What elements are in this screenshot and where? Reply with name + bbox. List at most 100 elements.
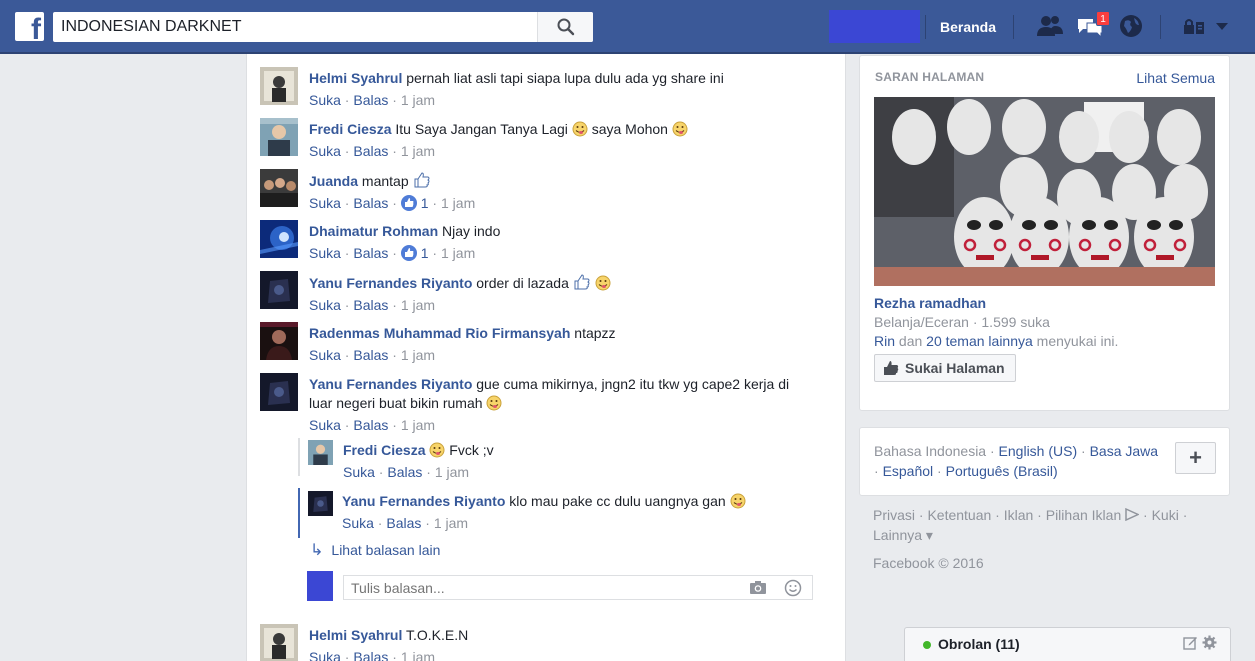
reply-link[interactable]: Balas [353,417,388,433]
avatar[interactable] [308,440,333,465]
language-list: Bahasa Indonesia · English (US) · Basa J… [874,441,1174,481]
like-reaction-icon[interactable] [400,195,417,211]
language-separator: · [1077,443,1090,459]
comment-author[interactable]: Dhaimatur Rohman [309,223,438,239]
see-all-link[interactable]: Lihat Semua [1136,70,1215,86]
new-message-icon[interactable] [1183,635,1198,650]
avatar[interactable] [260,271,298,309]
nav-divider [925,15,926,39]
comment-time[interactable]: 1 jam [401,92,435,108]
reply-link[interactable]: Balas [353,297,388,313]
comment-author[interactable]: Juanda [309,173,358,189]
like-count[interactable]: 1 [421,245,429,261]
like-link[interactable]: Suka [309,143,341,159]
comment-author[interactable]: Radenmas Muhammad Rio Firmansyah [309,325,570,341]
avatar[interactable] [260,169,298,207]
suggested-page-category: Belanja/Eceran · 1.599 suka [874,314,1050,330]
comment-text: ntapzz [574,325,616,341]
like-link[interactable]: Suka [309,297,341,313]
other-friends-link[interactable]: 20 teman lainnya [926,333,1033,349]
like-reaction-icon[interactable] [400,245,417,261]
chat-settings-gear-icon[interactable] [1202,635,1217,650]
tongue-emoji-icon [595,275,611,291]
privacy-lock-icon[interactable] [1183,18,1205,36]
comment-author[interactable]: Helmi Syahrul [309,70,402,86]
comment-text: Njay indo [442,223,501,239]
facebook-logo-letter: f [31,13,41,42]
reply-link[interactable]: Balas [353,347,388,363]
like-page-button[interactable]: Sukai Halaman [874,354,1016,382]
like-link[interactable]: Suka [309,195,341,211]
suggested-page-name[interactable]: Rezha ramadhan [874,295,986,311]
comment-time[interactable]: 1 jam [401,297,435,313]
account-menu-chevron-down-icon[interactable] [1215,22,1229,31]
footer-more-link[interactable]: Lainnya ▾ [873,525,1213,545]
reply-link[interactable]: Balas [353,649,388,661]
avatar[interactable] [260,624,298,661]
home-link[interactable]: Beranda [940,19,996,35]
like-link[interactable]: Suka [309,245,341,261]
language-option[interactable]: Português (Brasil) [946,463,1058,479]
avatar[interactable] [260,220,298,258]
reply-author[interactable]: Yanu Fernandes Riyanto [342,493,505,509]
comment-time[interactable]: 1 jam [401,347,435,363]
reply-link[interactable]: Balas [353,195,388,211]
comment-author[interactable]: Helmi Syahrul [309,627,402,643]
view-more-replies-label: Lihat balasan lain [331,542,441,558]
like-link[interactable]: Suka [309,649,341,661]
avatar[interactable] [260,322,298,360]
chat-sidebar-toggle[interactable]: Obrolan (11) [904,627,1231,661]
reply-time[interactable]: 1 jam [435,464,469,480]
language-option[interactable]: Español [883,463,934,479]
footer-cookies-link[interactable]: · Kuki · [1139,507,1187,523]
ad-choices-icon[interactable] [1125,507,1140,522]
friend-link[interactable]: Rin [874,333,895,349]
add-language-button[interactable]: + [1175,442,1216,474]
language-option[interactable]: English (US) [999,443,1078,459]
comment-text-continued: saya Mohon [591,121,668,137]
reply-link[interactable]: Balas [387,464,422,480]
comment-author[interactable]: Fredi Ciesza [309,121,391,137]
tongue-emoji-icon [429,442,445,458]
comment-time[interactable]: 1 jam [401,649,435,661]
search-input[interactable] [53,12,537,42]
like-link[interactable]: Suka [309,417,341,433]
emoji-picker-icon[interactable] [784,579,802,597]
reply-author[interactable]: Fredi Ciesza [343,442,425,458]
search-icon [557,18,575,36]
tongue-emoji-icon [730,493,746,509]
language-option[interactable]: Basa Jawa [1090,443,1158,459]
facebook-logo-icon[interactable]: f [15,12,44,41]
reply-link[interactable]: Balas [386,515,421,531]
avatar[interactable] [308,491,333,516]
footer-links-line1[interactable]: Privasi · Ketentuan · Iklan · Pilihan Ik… [873,507,1121,523]
comment-time[interactable]: 1 jam [441,245,475,261]
avatar[interactable] [260,373,298,411]
comment-time[interactable]: 1 jam [401,143,435,159]
camera-icon[interactable] [749,580,767,595]
suggested-pages-title: SARAN HALAMAN [875,70,985,84]
like-count[interactable]: 1 [421,195,429,211]
comment-time[interactable]: 1 jam [441,195,475,211]
reply-link[interactable]: Balas [353,245,388,261]
avatar[interactable] [260,67,298,105]
reply-input[interactable] [344,576,734,599]
friend-requests-icon[interactable] [1036,14,1064,38]
page-cover-photo[interactable] [874,97,1215,286]
reply-time[interactable]: 1 jam [434,515,468,531]
reply-text: Fvck ;v [449,442,494,458]
like-link[interactable]: Suka [343,464,375,480]
like-link[interactable]: Suka [342,515,374,531]
comment-time[interactable]: 1 jam [401,417,435,433]
view-more-replies-link[interactable]: ↳ Lihat balasan lain [310,540,440,560]
like-link[interactable]: Suka [309,92,341,108]
comment-author[interactable]: Yanu Fernandes Riyanto [309,275,472,291]
avatar[interactable] [260,118,298,156]
like-link[interactable]: Suka [309,347,341,363]
profile-link-redacted[interactable] [829,10,920,43]
search-button[interactable] [537,12,593,42]
notifications-globe-icon[interactable] [1119,14,1143,38]
comment-author[interactable]: Yanu Fernandes Riyanto [309,376,472,392]
reply-link[interactable]: Balas [353,92,388,108]
reply-link[interactable]: Balas [353,143,388,159]
